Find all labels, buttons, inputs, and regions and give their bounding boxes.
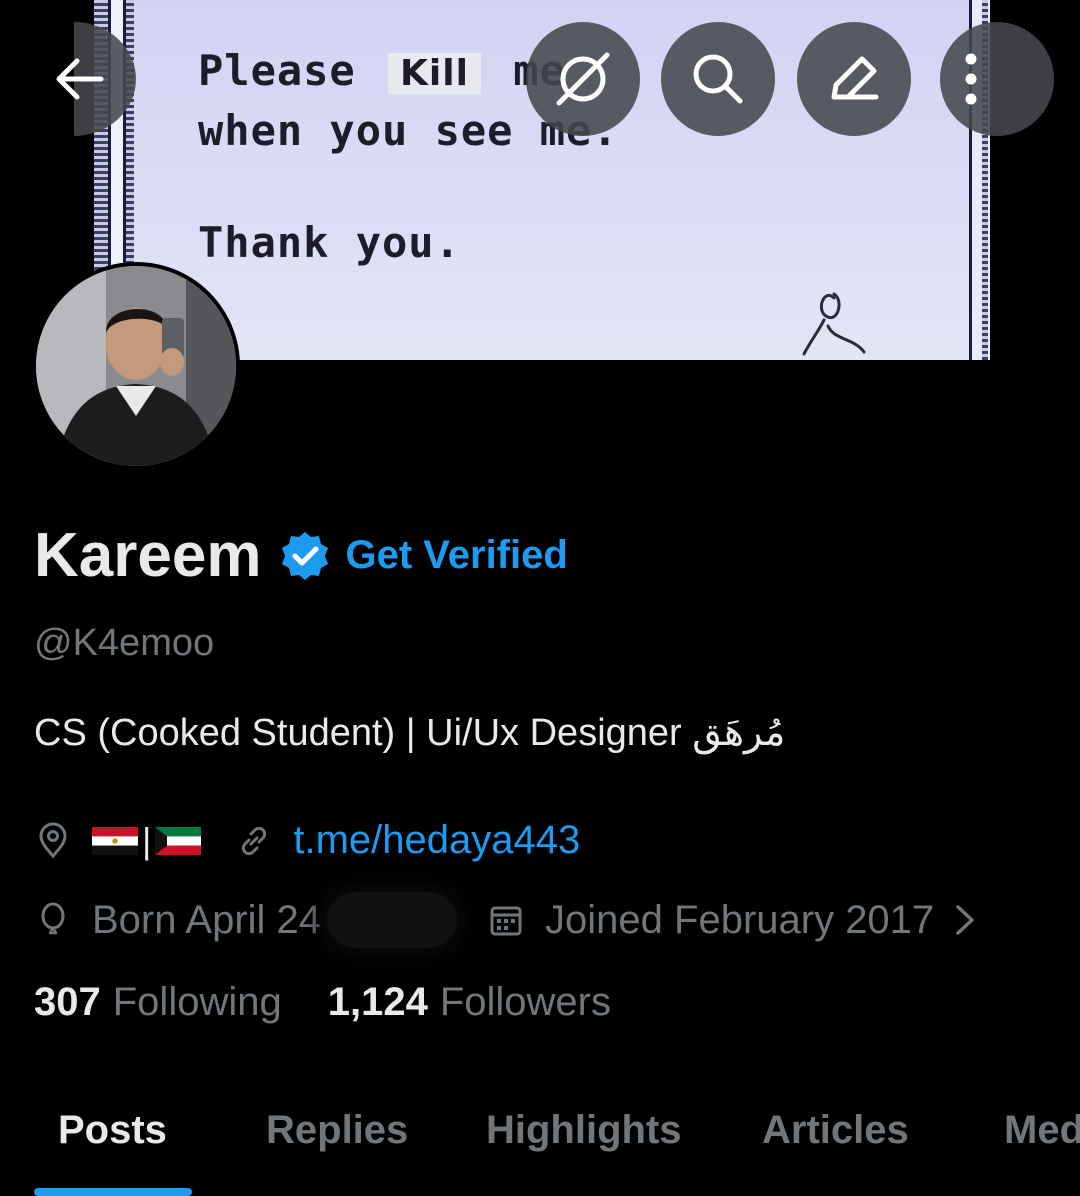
followers-label[interactable]: Followers <box>440 980 611 1025</box>
balloon-icon <box>41 902 65 935</box>
kuwait-flag-icon <box>155 826 202 855</box>
banner-note-text: Please <box>198 46 383 95</box>
back-button[interactable] <box>22 22 136 136</box>
chevron-right-icon[interactable] <box>954 903 976 937</box>
signature-scribble <box>802 292 866 356</box>
verified-badge-icon[interactable] <box>279 530 331 582</box>
edit-profile-button[interactable] <box>797 22 911 136</box>
tab-media[interactable]: Med <box>1004 1108 1080 1153</box>
active-tab-indicator <box>34 1188 192 1196</box>
egypt-flag-icon <box>92 826 138 855</box>
banner-note-line-1: Please Kill me <box>198 46 566 95</box>
profile-meta-location-link: | t.me/hedaya443 <box>34 818 580 863</box>
more-options-button[interactable] <box>940 22 1054 136</box>
followers-count[interactable]: 1,124 <box>328 980 428 1025</box>
search-button[interactable] <box>661 22 775 136</box>
grok-button[interactable] <box>526 22 640 136</box>
redacted-birth-year <box>327 892 458 948</box>
following-count[interactable]: 307 <box>34 980 101 1025</box>
profile-website-link[interactable]: t.me/hedaya443 <box>293 818 580 863</box>
profile-handle: @K4emoo <box>34 622 215 664</box>
grok-icon <box>556 52 610 106</box>
banner-note-line-3: Thank you. <box>198 218 461 267</box>
profile-page: Please Kill me when you see me. Thank yo… <box>0 0 1080 1196</box>
tab-highlights[interactable]: Highlights <box>486 1108 682 1153</box>
follow-stats: 307 Following 1,124 Followers <box>34 980 657 1025</box>
link-icon <box>242 826 267 855</box>
location-pin-icon <box>39 822 67 858</box>
following-label[interactable]: Following <box>113 980 282 1025</box>
profile-tabs: Posts Replies Highlights Articles Med <box>0 1108 1080 1196</box>
profile-birthday: Born April 24 <box>92 897 322 942</box>
edit-icon <box>831 56 879 100</box>
banner-kill-word: Kill <box>388 53 481 94</box>
search-icon <box>693 54 743 104</box>
profile-name: Kareem <box>34 521 262 590</box>
profile-avatar[interactable] <box>32 262 240 470</box>
profile-meta-dates: Born April 24 Joined February 2017 <box>34 892 976 948</box>
tab-posts[interactable]: Posts <box>58 1108 167 1153</box>
more-vertical-icon <box>965 53 977 105</box>
profile-bio: CS (Cooked Student) | Ui/Ux Designer مُر… <box>34 712 786 754</box>
arrow-left-icon <box>56 58 104 100</box>
tab-replies[interactable]: Replies <box>266 1108 408 1153</box>
get-verified-link[interactable]: Get Verified <box>345 533 567 578</box>
profile-name-row: Kareem Get Verified <box>34 520 568 591</box>
flag-separator: | <box>142 819 152 861</box>
calendar-icon <box>490 906 522 936</box>
profile-joined-date: Joined February 2017 <box>545 897 935 942</box>
tab-articles[interactable]: Articles <box>762 1108 909 1153</box>
location-flags: | <box>92 819 202 862</box>
avatar-photo <box>36 266 236 466</box>
